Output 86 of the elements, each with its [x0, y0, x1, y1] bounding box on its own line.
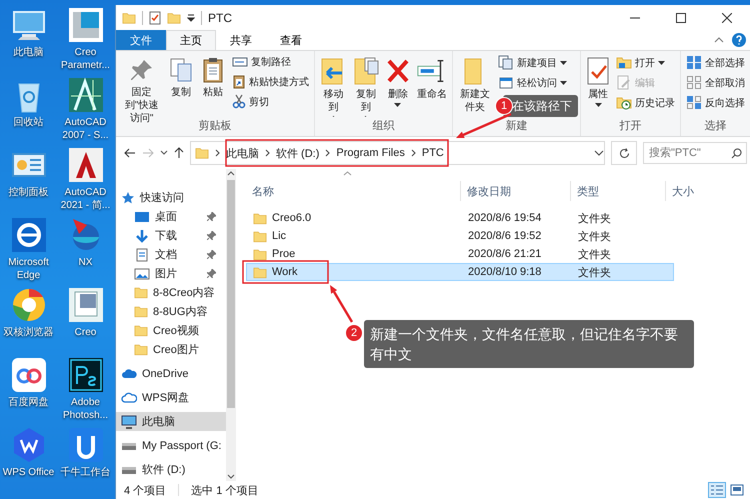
ribbon-button[interactable]: 新建文件夹 — [456, 54, 494, 119]
ribbon-tab[interactable]: 查看 — [266, 30, 316, 50]
desktop-icon-label[interactable]: AutoCAD 2021 - 简... — [58, 186, 114, 212]
nav-item[interactable]: Creo视频 — [116, 321, 226, 340]
desktop-icon-label[interactable]: 千牛工作台 — [58, 466, 114, 479]
nav-item[interactable]: WPS网盘 — [116, 388, 226, 407]
modified-date: 2020/8/10 9:18 — [468, 266, 542, 278]
ribbon-button[interactable]: 新建项目 — [496, 54, 569, 71]
callout: 新建一个文件夹，文件名任意取，但记住名字不要有中文 — [364, 320, 694, 368]
ribbon-button[interactable]: 反向选择 — [684, 94, 747, 111]
group-label: 新建 — [506, 119, 528, 134]
desktop-icon-label[interactable]: 回收站 — [0, 116, 56, 129]
nav-item[interactable]: 快速访问 — [116, 188, 226, 207]
ribbon-button[interactable]: 粘贴快捷方式 — [230, 73, 312, 90]
nav-item[interactable]: OneDrive — [116, 364, 226, 383]
file-type: 文件夹 — [578, 248, 611, 262]
nav-item[interactable]: Creo图片 — [116, 340, 226, 359]
desktop-icon-label[interactable]: Microsoft Edge — [0, 256, 56, 282]
breadcrumb-item[interactable]: 软件 (D:) — [276, 146, 320, 160]
search-field[interactable]: 搜索"PTC" — [643, 142, 747, 164]
window-title: PTC — [208, 10, 232, 24]
ribbon-button[interactable]: 轻松访问 — [496, 74, 569, 91]
ribbon-tab[interactable]: 共享 — [216, 30, 266, 50]
nav-item[interactable]: My Passport (G: — [116, 436, 226, 455]
ribbon-button[interactable]: 粘贴 — [198, 54, 228, 119]
desktop-icon-label[interactable]: 此电脑 — [0, 46, 56, 59]
nav-item[interactable]: 图片 — [116, 264, 226, 283]
desktop-icon-label[interactable]: 双核浏览器 — [0, 326, 56, 339]
desktop-icon-label[interactable]: 控制面板 — [0, 186, 56, 199]
nav-item[interactable]: 桌面 — [116, 207, 226, 226]
desktop-icon-label[interactable]: 百度网盘 — [0, 396, 56, 409]
column-header[interactable]: 修改日期 — [461, 181, 571, 201]
group-label: 选择 — [704, 119, 726, 134]
nav-item[interactable]: 下载 — [116, 226, 226, 245]
breadcrumb-item[interactable]: Program Files — [336, 147, 405, 159]
file-menu-tab[interactable]: 文件 — [116, 30, 166, 50]
ribbon-button[interactable]: 剪切 — [230, 93, 312, 110]
column-header[interactable]: 名称 — [246, 181, 461, 201]
file-type: 文件夹 — [578, 212, 611, 226]
file-row[interactable]: Proe 2020/8/6 21:21 文件夹 — [246, 245, 674, 263]
desktop-icon-label[interactable]: Creo Parametr... — [58, 46, 114, 72]
file-name: Work — [272, 266, 298, 278]
file-name: Lic — [272, 230, 286, 242]
desktop-icon-label[interactable]: Adobe Photosh... — [58, 396, 114, 422]
ribbon-button[interactable]: 全部取消 — [684, 74, 747, 91]
nav-item[interactable]: 8-8UG内容 — [116, 302, 226, 321]
ribbon-button[interactable]: 复制到 — [350, 54, 381, 119]
file-type: 文件夹 — [578, 230, 611, 244]
modified-date: 2020/8/6 21:21 — [468, 248, 542, 260]
file-name: Proe — [272, 248, 296, 260]
desktop-icon-label[interactable]: AutoCAD 2007 - S... — [58, 116, 114, 142]
step-badge: 1 — [495, 97, 513, 115]
nav-item[interactable]: 8-8Creo内容 — [116, 283, 226, 302]
file-type: 文件夹 — [578, 266, 611, 280]
desktop-icon-label[interactable]: WPS Office — [0, 466, 56, 479]
ribbon-button[interactable]: 移动到 — [318, 54, 349, 119]
ribbon-button[interactable]: 打开 — [614, 54, 677, 71]
modified-date: 2020/8/6 19:52 — [468, 230, 542, 242]
ribbon-tab[interactable]: 主页 — [166, 30, 216, 50]
column-header[interactable]: 类型 — [571, 181, 666, 201]
file-row[interactable]: Creo6.0 2020/8/6 19:54 文件夹 — [246, 209, 674, 227]
ribbon-button[interactable]: 全部选择 — [684, 54, 747, 71]
file-row[interactable]: Work 2020/8/10 9:18 文件夹 — [246, 263, 674, 281]
ribbon-button[interactable]: 复制 — [166, 54, 196, 119]
ribbon-button[interactable]: 历史记录 — [614, 94, 677, 111]
ribbon-button[interactable]: 删除 — [382, 54, 413, 119]
selection-count: 选中 1 个项目 — [191, 484, 258, 498]
nav-item[interactable]: 此电脑 — [116, 412, 226, 431]
group-label: 组织 — [372, 119, 395, 134]
file-row[interactable]: Lic 2020/8/6 19:52 文件夹 — [246, 227, 674, 245]
item-count: 4 个项目 — [124, 484, 166, 498]
ribbon-button[interactable]: 重命名 — [414, 54, 449, 119]
address-bar[interactable]: 此电脑 软件 (D:) Program Files PTC — [190, 141, 605, 165]
group-label: 打开 — [620, 119, 642, 134]
group-label: 剪贴板 — [198, 119, 232, 134]
modified-date: 2020/8/6 19:54 — [468, 212, 542, 224]
breadcrumb-item[interactable]: PTC — [422, 147, 444, 159]
ribbon-button[interactable]: 复制路径 — [230, 54, 312, 70]
nav-item[interactable]: 文档 — [116, 245, 226, 264]
desktop-icon-label[interactable]: NX — [58, 256, 114, 269]
column-header[interactable]: 大小 — [666, 181, 750, 201]
file-name: Creo6.0 — [272, 212, 312, 224]
nav-item[interactable]: 软件 (D:) — [116, 460, 226, 479]
ribbon-button[interactable]: 属性 — [584, 54, 612, 119]
breadcrumb-item[interactable]: 此电脑 — [226, 146, 259, 160]
desktop-icon-label[interactable]: Creo — [58, 326, 114, 339]
